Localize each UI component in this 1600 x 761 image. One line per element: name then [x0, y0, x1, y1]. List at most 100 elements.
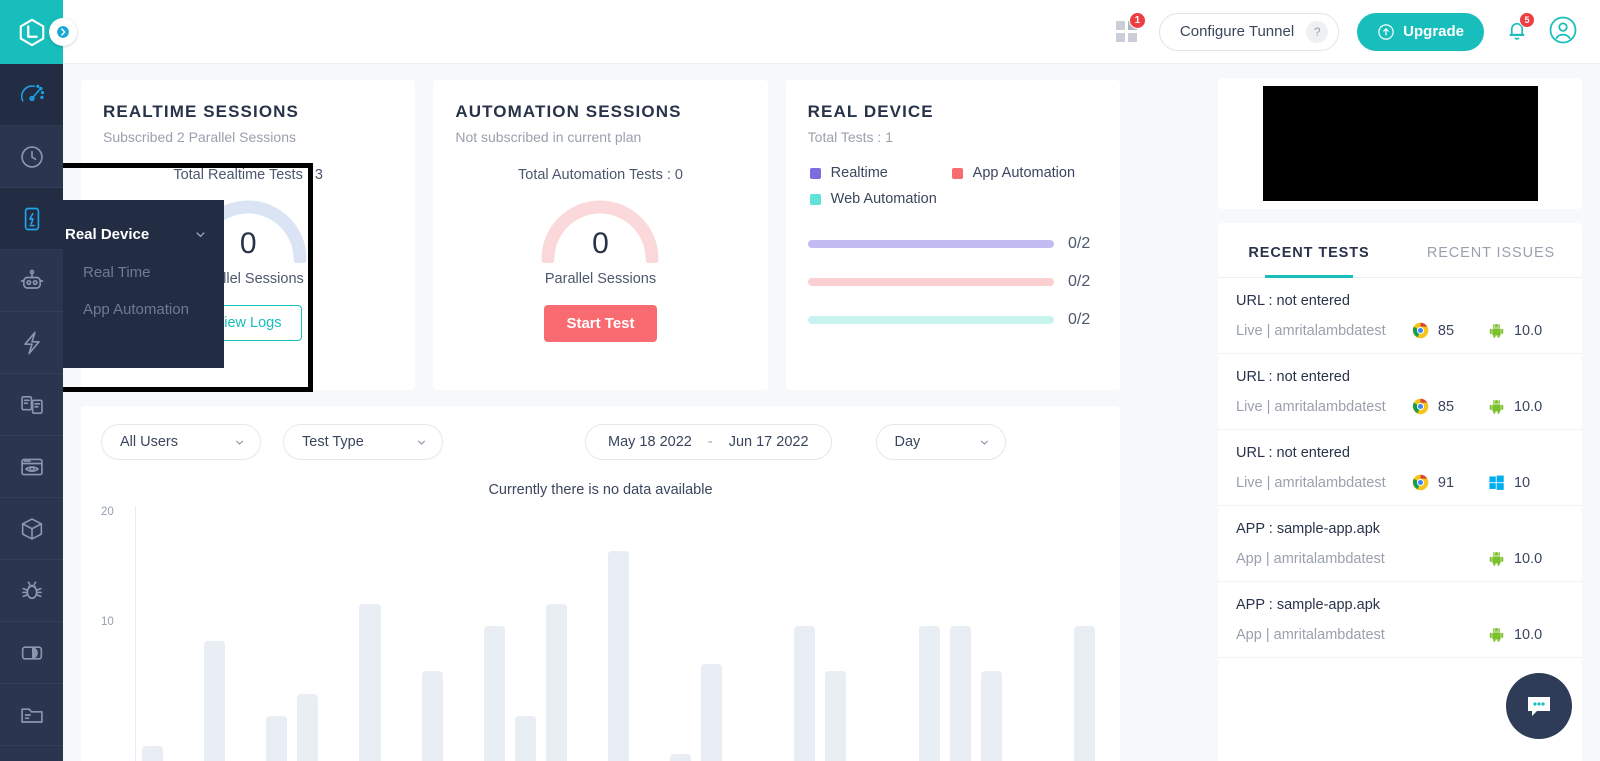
sidebar-item-automation[interactable] — [0, 250, 63, 312]
browser-chip: 91 — [1412, 474, 1488, 491]
chrome-icon — [1412, 322, 1429, 339]
test-row[interactable]: URL : not entered Live | amritalambdatest… — [1218, 354, 1582, 430]
test-meta: Live | amritalambdatest 85 10.0 — [1236, 398, 1564, 415]
os-chip: 10 — [1488, 474, 1564, 491]
legend-item: App Automation — [951, 165, 1075, 181]
automation-gauge-value: 0 — [592, 227, 609, 260]
speedometer-icon — [20, 84, 44, 102]
bar-row: 0/2 — [807, 273, 1098, 291]
browser-eye-icon — [20, 458, 43, 475]
automation-title: AUTOMATION SESSIONS — [455, 102, 682, 121]
sidebar-item-hyperexecute[interactable] — [0, 312, 63, 374]
bug-icon — [21, 580, 42, 599]
real-device-total: Total Tests : 1 — [807, 129, 893, 145]
legend-item: Realtime — [809, 165, 930, 181]
bar-value: 0/2 — [1067, 311, 1091, 328]
lightning-icon — [23, 331, 40, 354]
help-icon[interactable]: ? — [1306, 20, 1329, 43]
browser-version: 91 — [1437, 474, 1455, 491]
windows-icon — [1488, 474, 1505, 491]
sidebar-item-real-device[interactable] — [0, 188, 63, 250]
notifications-button[interactable]: 5 — [1504, 12, 1535, 46]
android-icon — [1488, 626, 1505, 643]
chart-bar — [794, 626, 816, 761]
os-version: 10.0 — [1513, 550, 1543, 567]
avatar[interactable] — [1548, 15, 1578, 48]
video-placeholder[interactable] — [1262, 86, 1538, 201]
test-meta: App | amritalambdatest 10.0 — [1236, 550, 1564, 567]
start-test-button[interactable]: Start Test — [544, 305, 657, 342]
configure-tunnel-label: Configure Tunnel — [1179, 23, 1295, 40]
y-axis-line — [135, 506, 136, 761]
test-row[interactable]: APP : sample-app.apk App | amritalambdate… — [1218, 506, 1582, 582]
chart-bar — [359, 603, 381, 761]
apps-grid-badge: 1 — [1128, 12, 1146, 29]
robot-icon — [20, 269, 43, 289]
os-chip: 10.0 — [1488, 398, 1564, 415]
test-type-filter-select[interactable]: Test Type — [283, 424, 443, 460]
legend-color-swatch — [809, 167, 821, 179]
chart-bar — [266, 716, 288, 761]
tab-recent-issues[interactable]: RECENT ISSUES — [1400, 223, 1582, 277]
bar-value: 0/2 — [1067, 273, 1091, 290]
configure-tunnel-button[interactable]: Configure Tunnel ? — [1158, 12, 1340, 51]
tab-recent-tests[interactable]: RECENT TESTS — [1218, 223, 1400, 278]
sidebar-expand-button[interactable] — [49, 18, 77, 46]
chat-widget-button[interactable] — [1506, 673, 1572, 739]
test-title: URL : not entered — [1236, 445, 1350, 461]
test-row[interactable]: URL : not entered Live | amritalambdatest… — [1218, 278, 1582, 354]
test-row[interactable]: APP : sample-app.apk App | amritalambdate… — [1218, 582, 1582, 658]
os-version: 10.0 — [1513, 626, 1543, 643]
chart-bars — [137, 506, 1100, 761]
right-rail: RECENT TESTS RECENT ISSUES URL : not ent… — [1200, 64, 1600, 761]
flyout-title: Real Device — [65, 225, 150, 243]
test-title: URL : not entered — [1236, 293, 1350, 309]
sidebar-item-history[interactable] — [0, 126, 63, 188]
chart-bar — [949, 626, 971, 761]
flyout-item-app-automation[interactable]: App Automation — [63, 291, 224, 328]
test-row[interactable]: URL : not entered Live | amritalambdatest… — [1218, 430, 1582, 506]
chart-bar — [297, 693, 319, 761]
date-range-picker[interactable]: May 18 2022 - Jun 17 2022 — [585, 424, 832, 460]
chart-bar — [142, 746, 164, 761]
chart-bar — [514, 716, 536, 761]
granularity-select[interactable]: Day — [875, 424, 1006, 460]
sidebar — [0, 0, 77, 761]
sidebar-item-builds[interactable] — [0, 374, 63, 436]
realtime-title: REALTIME SESSIONS — [103, 102, 299, 121]
folder-icon — [20, 707, 43, 723]
recent-tabs: RECENT TESTS RECENT ISSUES — [1218, 223, 1582, 278]
chrome-icon — [1412, 398, 1429, 415]
sidebar-item-app[interactable] — [0, 498, 63, 560]
chat-bubble-icon — [1528, 697, 1550, 716]
card-automation-sessions: AUTOMATION SESSIONS Not subscribed in cu… — [433, 80, 768, 390]
test-title: APP : sample-app.apk — [1236, 597, 1381, 613]
os-chip: 10.0 — [1488, 322, 1564, 339]
sidebar-item-dashboard[interactable] — [0, 64, 63, 126]
sidebar-item-issues[interactable] — [0, 560, 63, 622]
user-filter-select[interactable]: All Users — [101, 424, 261, 460]
app-root: 1 Configure Tunnel ? Upgrade 5 REALTIME … — [0, 0, 1600, 761]
upgrade-button[interactable]: Upgrade — [1357, 12, 1484, 51]
sidebar-item-smart-ui[interactable] — [0, 622, 63, 684]
real-device-legend: Realtime App Automation Web Automation — [809, 165, 1098, 207]
test-title: APP : sample-app.apk — [1236, 521, 1381, 537]
sidebar-item-screenshot[interactable] — [0, 436, 63, 498]
filter-bar: All Users Test Type May 18 2022 - Jun 17… — [101, 424, 1100, 460]
os-chip: 10.0 — [1488, 626, 1564, 643]
date-from: May 18 2022 — [608, 434, 692, 450]
chart-plot-area: 20 10 — [101, 506, 1100, 761]
chart-bar — [421, 671, 443, 761]
os-version: 10 — [1513, 474, 1531, 491]
flyout-header[interactable]: Real Device — [63, 214, 224, 254]
promo-video-card[interactable] — [1218, 78, 1582, 209]
chevron-down-icon — [235, 440, 244, 445]
real-device-bars: 0/2 0/2 0/2 — [807, 235, 1098, 329]
sidebar-item-projects[interactable] — [0, 684, 63, 746]
flyout-item-real-time[interactable]: Real Time — [63, 254, 224, 291]
date-separator: - — [707, 434, 713, 450]
legend-item: Web Automation — [809, 191, 937, 207]
android-icon — [1488, 398, 1505, 415]
card-real-device: REAL DEVICE Total Tests : 1 Realtime App… — [785, 80, 1120, 390]
apps-grid-button[interactable]: 1 — [1115, 12, 1146, 42]
